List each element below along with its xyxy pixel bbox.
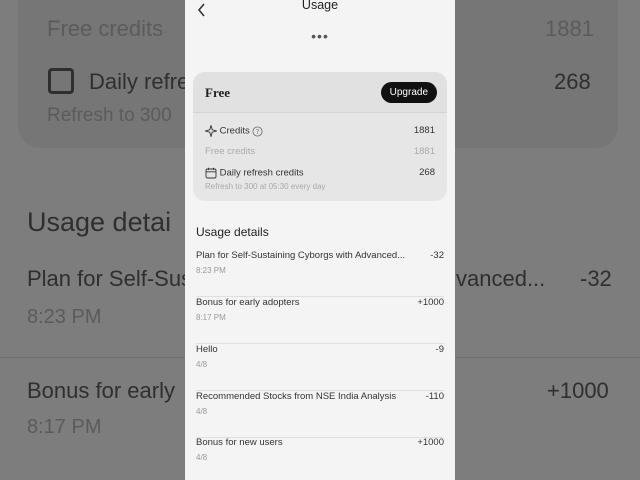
bg-calendar-icon [48, 68, 74, 94]
list-item[interactable]: Hello -9 4/8 [196, 344, 444, 391]
list-item[interactable]: Recommended Stocks from NSE India Analys… [196, 391, 444, 438]
item-name: Plan for Self-Sustaining Cyborgs with Ad… [196, 250, 406, 261]
bg-item2-time: 8:17 PM [27, 416, 102, 438]
credits-label: Credits [219, 125, 250, 137]
bg-item2-amount: +1000 [547, 378, 609, 403]
list-item[interactable]: Bonus for new users +1000 4/8 [196, 437, 444, 480]
bg-item1-time: 8:23 PM [27, 306, 102, 328]
bg-daily-refresh-value: 268 [554, 69, 591, 94]
header: Usage [185, 0, 455, 22]
bg-free-credits-value: 1881 [545, 16, 594, 41]
ellipsis-icon[interactable]: ••• [185, 28, 455, 44]
help-circle-icon[interactable]: ? [252, 125, 263, 137]
list-item[interactable]: Plan for Self-Sustaining Cyborgs with Ad… [196, 250, 444, 297]
item-time: 8:17 PM [196, 313, 226, 322]
item-amount: +1000 [417, 297, 444, 308]
free-credits-value: 1881 [413, 146, 435, 157]
svg-text:?: ? [256, 128, 260, 136]
sparkle-icon [205, 125, 217, 137]
item-amount: +1000 [417, 437, 444, 448]
item-time: 4/8 [196, 407, 208, 416]
bg-daily-refresh-label: Daily refre [89, 69, 190, 94]
bg-item1-name-right: vanced... [456, 266, 546, 291]
daily-refresh-label: Daily refresh credits [219, 167, 304, 179]
item-amount: -32 [430, 250, 444, 261]
list-item[interactable]: Bonus for early adopters +1000 8:17 PM [196, 297, 444, 344]
item-time: 8:23 PM [196, 266, 226, 275]
item-amount: -110 [425, 391, 444, 402]
free-credits-label: Free credits [205, 146, 256, 157]
plan-card-header: Free Upgrade [193, 72, 447, 113]
usage-details-heading: Usage details [196, 225, 269, 239]
item-time: 4/8 [196, 453, 208, 462]
item-name: Bonus for new users [196, 437, 283, 448]
calendar-icon [205, 167, 217, 179]
item-name: Hello [196, 344, 218, 355]
bg-item1-amount: -32 [580, 266, 612, 291]
item-time: 4/8 [196, 360, 208, 369]
daily-refresh-value: 268 [419, 167, 435, 178]
plan-card: Free Upgrade Credits ? 1881 Free credits… [193, 72, 447, 201]
item-name: Bonus for early adopters [196, 297, 300, 308]
bg-item2-name: Bonus for early [27, 378, 175, 403]
bg-usage-heading: Usage detai [27, 207, 172, 237]
upgrade-button[interactable]: Upgrade [380, 82, 437, 103]
item-name: Recommended Stocks from NSE India Analys… [196, 391, 397, 402]
credits-value: 1881 [413, 125, 435, 136]
page-title: Usage [301, 0, 339, 12]
item-amount: -9 [435, 344, 444, 355]
bg-item1-name-left: Plan for Self-Sus [27, 266, 193, 291]
plan-name: Free [205, 85, 231, 100]
bg-refresh-note: Refresh to 300 [47, 105, 172, 126]
bg-free-credits-label: Free credits [47, 16, 164, 41]
refresh-note: Refresh to 300 at 05:30 every day [205, 182, 326, 191]
usage-panel: Usage ••• Free Upgrade Credits ? 1881 Fr… [185, 0, 455, 480]
